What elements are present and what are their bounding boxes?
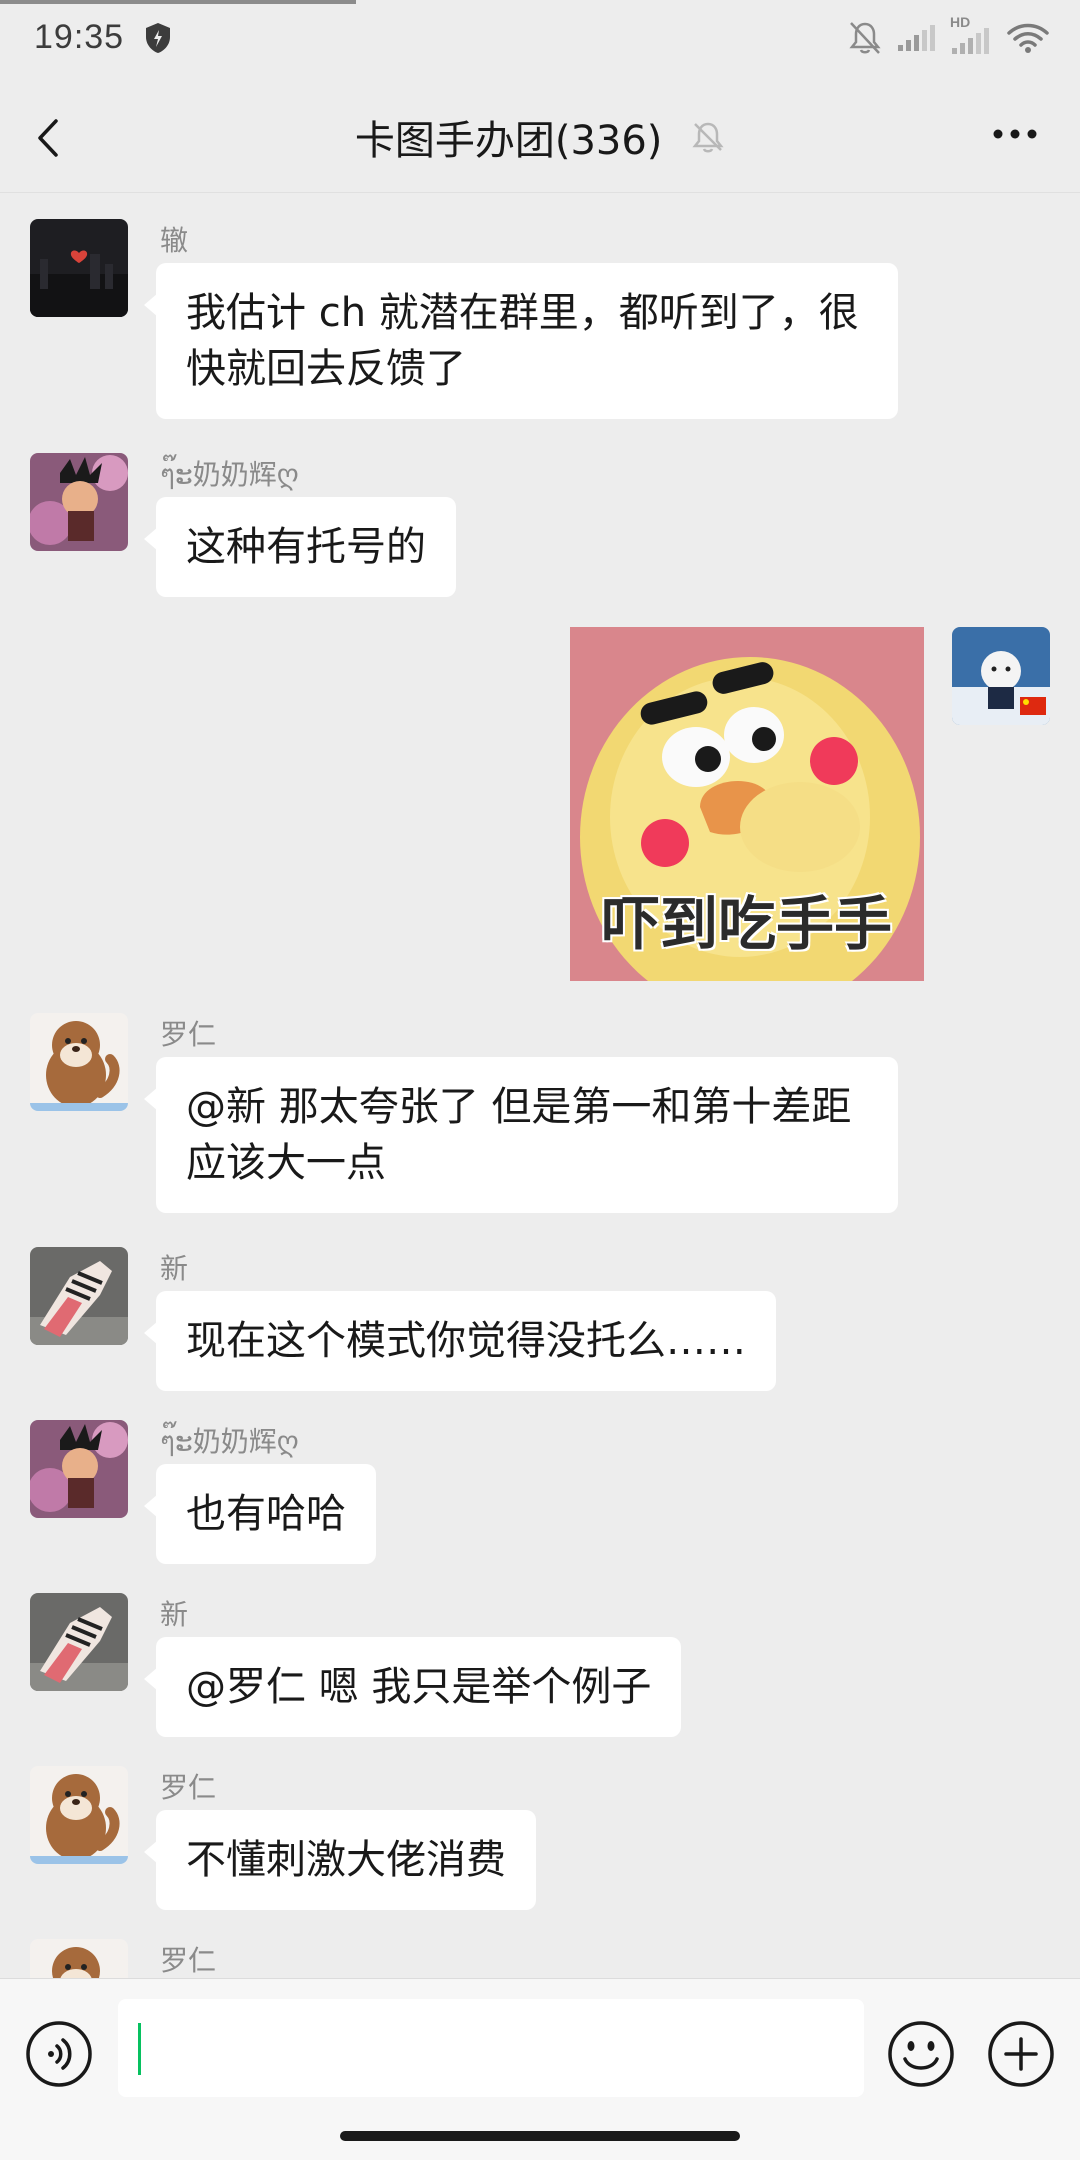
message-bubble[interactable]: 这种有托号的	[144, 497, 456, 597]
message-line: @新 那太夸张了 但是第一和第十差距	[186, 1084, 852, 1130]
signal-hd-icon: HD	[950, 14, 992, 56]
status-icons: HD	[848, 14, 1050, 58]
avatar[interactable]	[30, 1939, 128, 1978]
message-bubble[interactable]: @新 那太夸张了 但是第一和第十差距 应该大一点	[144, 1057, 898, 1213]
ellipsis-icon[interactable]	[990, 126, 1040, 142]
chat-title-area: 卡图手办团(336)	[0, 108, 1080, 166]
avatar[interactable]	[30, 1420, 128, 1518]
wifi-icon	[1007, 23, 1049, 53]
sender-name: ๆ๊ະ奶奶辉ღ	[160, 1425, 299, 1458]
avatar[interactable]	[30, 1593, 128, 1691]
message-line: 也有哈哈	[186, 1491, 346, 1537]
status-time: 19:35	[34, 18, 125, 56]
avatar[interactable]	[30, 219, 128, 317]
avatar[interactable]	[30, 1247, 128, 1345]
sticker-image[interactable]: 吓到吃手手	[570, 627, 924, 981]
home-indicator[interactable]	[340, 2131, 740, 2141]
message-bubble[interactable]: 现在这个模式你觉得没托么……	[144, 1291, 776, 1391]
bell-muted-icon	[692, 122, 724, 153]
loading-indicator	[0, 0, 356, 4]
text-caret	[138, 2023, 141, 2075]
sender-name: 新	[160, 1252, 189, 1285]
message-bubble[interactable]: 也有哈哈	[144, 1464, 376, 1564]
avatar[interactable]	[30, 1766, 128, 1864]
avatar[interactable]	[30, 453, 128, 551]
message-bubble[interactable]: 我估计 ch 就潜在群里，都听到了，很 快就回去反馈了	[144, 263, 898, 419]
chat-title: 卡图手办团(336)	[354, 118, 663, 164]
message-bubble[interactable]: 不懂刺激大佬消费	[144, 1810, 536, 1910]
message-line: 应该大一点	[186, 1140, 386, 1186]
message-line: 现在这个模式你觉得没托么……	[186, 1318, 746, 1364]
message-list[interactable]: 辙 我估计 ch 就潜在群里，都听到了，很 快就回去反馈了 ๆ๊ະ奶奶辉ღ 这种…	[0, 193, 1080, 1978]
sender-name: 罗仁	[160, 1771, 217, 1804]
bell-muted-icon	[849, 22, 881, 54]
signal-icon	[898, 25, 935, 51]
sender-name: 新	[160, 1598, 189, 1631]
voice-icon[interactable]	[24, 2019, 94, 2089]
status-bar: 19:35 HD	[0, 0, 1080, 78]
message-bubble[interactable]: @罗仁 嗯 我只是举个例子	[143, 1637, 682, 1737]
shield-icon	[146, 23, 170, 53]
message-line: 不懂刺激大佬消费	[186, 1837, 506, 1883]
sender-name: ๆ๊ະ奶奶辉ღ	[160, 458, 299, 491]
chat-header: 卡图手办团(336)	[0, 78, 1080, 193]
sticker-caption: 吓到吃手手	[601, 890, 892, 958]
avatar-self[interactable]	[952, 627, 1050, 725]
sender-name: 罗仁	[160, 1018, 217, 1051]
message-line: @罗仁 嗯 我只是举个例子	[186, 1664, 652, 1710]
message-line: 这种有托号的	[186, 524, 426, 570]
sender-name: 罗仁	[160, 1944, 217, 1977]
message-line: 我估计 ch 就潜在群里，都听到了，很	[186, 290, 859, 336]
plus-icon[interactable]	[986, 2019, 1056, 2089]
avatar[interactable]	[30, 1013, 128, 1111]
message-input[interactable]	[118, 1999, 864, 2097]
emoji-icon[interactable]	[886, 2019, 956, 2089]
sender-name: 辙	[160, 224, 189, 257]
message-line: 快就回去反馈了	[186, 346, 466, 392]
